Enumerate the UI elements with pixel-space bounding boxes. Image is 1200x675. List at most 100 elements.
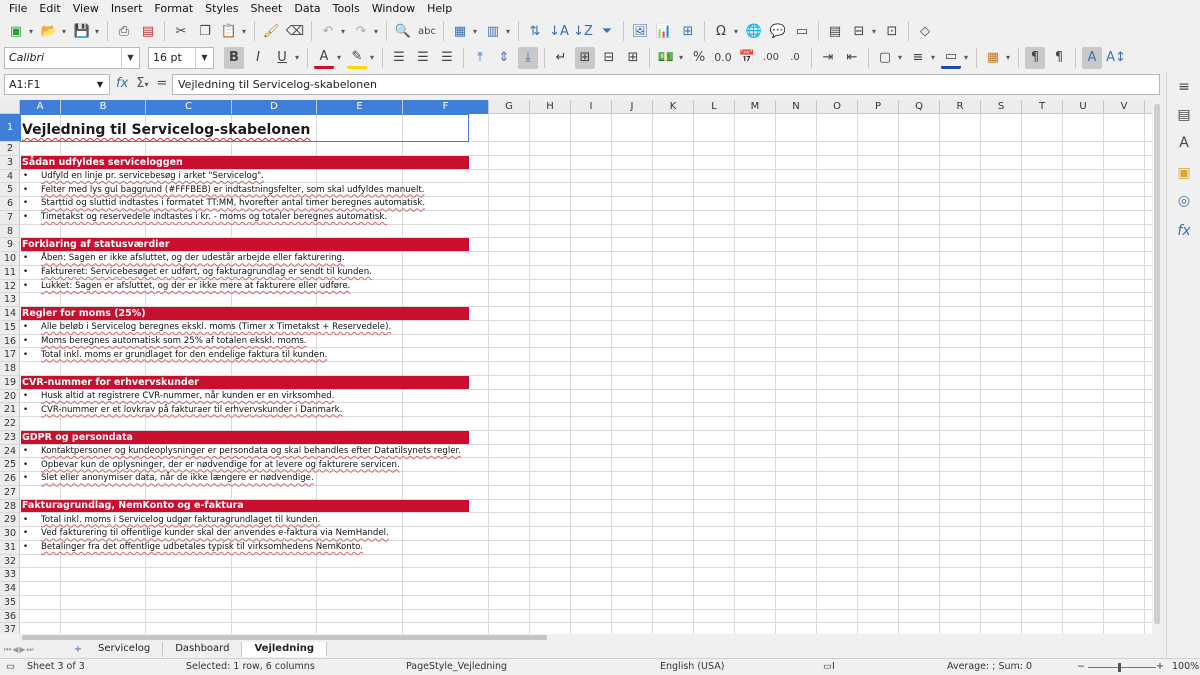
align-bottom-icon[interactable]: ⤓ <box>518 46 538 69</box>
last-sheet-icon[interactable]: ⏭ <box>27 645 34 655</box>
row-header-29[interactable]: 29 <box>0 513 20 527</box>
paste-dropdown-icon[interactable]: ▾ <box>240 27 248 36</box>
column-header-r[interactable]: R <box>940 100 981 114</box>
menu-view[interactable]: View <box>67 2 105 15</box>
section-heading[interactable]: Regler for moms (25%) <box>21 307 469 320</box>
zoom-in-icon[interactable]: + <box>1156 661 1164 672</box>
define-print-area-icon[interactable]: ▤ <box>825 20 845 42</box>
unmerge-cells-icon[interactable]: ⊞ <box>623 47 643 69</box>
name-box[interactable]: A1:F1 ▼ <box>4 74 110 95</box>
row-header-27[interactable]: 27 <box>0 486 20 500</box>
gallery-icon[interactable]: ▣ <box>1175 164 1193 182</box>
row-header-5[interactable]: 5 <box>0 183 20 197</box>
column-header-k[interactable]: K <box>653 100 694 114</box>
header-footer-icon[interactable]: ▭ <box>792 20 812 42</box>
prev-sheet-icon[interactable]: ◀ <box>12 645 18 654</box>
row-header-3[interactable]: 3 <box>0 156 20 170</box>
border-style-icon[interactable]: ≡ <box>908 47 928 69</box>
column-header-v[interactable]: V <box>1104 100 1145 114</box>
list-item[interactable]: • CVR-nummer er et lovkrav på fakturaer t… <box>21 403 469 416</box>
left-to-right-icon[interactable]: ¶ <box>1025 46 1045 69</box>
bold-icon[interactable]: B <box>224 46 244 69</box>
align-top-icon[interactable]: ⤒ <box>470 47 490 69</box>
undo-dropdown-icon[interactable]: ▾ <box>339 27 347 36</box>
row-header-26[interactable]: 26 <box>0 472 20 486</box>
column-header-m[interactable]: M <box>735 100 776 114</box>
cut-icon[interactable]: ✂ <box>171 20 191 42</box>
column-header-n[interactable]: N <box>776 100 817 114</box>
clone-formatting-icon[interactable]: 🖌 <box>261 20 281 42</box>
section-heading[interactable]: Forklaring af statusværdier <box>21 238 469 251</box>
text-orientation-icon[interactable]: A <box>1082 46 1102 69</box>
column-header-l[interactable]: L <box>694 100 735 114</box>
row-header-13[interactable]: 13 <box>0 293 20 307</box>
functions-icon[interactable]: fx <box>1175 222 1193 240</box>
date-format-icon[interactable]: 📅 <box>737 47 757 69</box>
row-header-10[interactable]: 10 <box>0 252 20 266</box>
row-header-37[interactable]: 37 <box>0 623 20 634</box>
number-format-icon[interactable]: 0.0 <box>713 47 733 69</box>
row-header-24[interactable]: 24 <box>0 445 20 459</box>
list-item[interactable]: • Husk altid at registrere CVR-nummer, nå… <box>21 390 469 403</box>
spelling-icon[interactable]: abc <box>417 20 437 42</box>
tab-dashboard[interactable]: Dashboard <box>163 642 243 657</box>
merge-cells-icon[interactable]: ⊟ <box>599 47 619 69</box>
chevron-down-icon[interactable]: ▼ <box>195 47 213 68</box>
copy-icon[interactable]: ❐ <box>195 20 215 42</box>
formula-input[interactable]: Vejledning til Servicelog-skabelonen ▼ <box>172 74 1175 95</box>
italic-icon[interactable]: I <box>248 47 268 69</box>
next-sheet-icon[interactable]: ▶ <box>19 645 25 654</box>
row-header-15[interactable]: 15 <box>0 321 20 335</box>
first-sheet-icon[interactable]: ⏮ <box>4 645 11 655</box>
row-header-11[interactable]: 11 <box>0 266 20 280</box>
row-header-6[interactable]: 6 <box>0 197 20 211</box>
column-dropdown-icon[interactable]: ▾ <box>504 27 512 36</box>
list-item[interactable]: • Moms beregnes automatisk som 25% af tot… <box>21 335 469 348</box>
row-header-25[interactable]: 25 <box>0 458 20 472</box>
menu-help[interactable]: Help <box>421 2 458 15</box>
chevron-down-icon[interactable]: ▼ <box>121 47 139 68</box>
open-icon[interactable]: 📂 <box>39 20 59 42</box>
navigator-icon[interactable]: ◎ <box>1175 192 1193 210</box>
open-dropdown-icon[interactable]: ▾ <box>60 27 68 36</box>
find-replace-icon[interactable]: 🔍 <box>393 20 413 42</box>
row-header-34[interactable]: 34 <box>0 582 20 596</box>
conditional-icon[interactable]: ▦ <box>983 47 1003 69</box>
redo-icon[interactable]: ↷ <box>351 20 371 42</box>
freeze-rows-columns-icon[interactable]: ⊟ <box>849 20 869 42</box>
underline-dropdown-icon[interactable]: ▾ <box>293 53 301 62</box>
row-header-33[interactable]: 33 <box>0 568 20 582</box>
row-header-32[interactable]: 32 <box>0 555 20 569</box>
center-vertically-icon[interactable]: ⇕ <box>494 47 514 69</box>
column-header-q[interactable]: Q <box>899 100 940 114</box>
border-color-icon[interactable]: ▭ <box>941 47 961 69</box>
align-center-icon[interactable]: ☰ <box>413 47 433 69</box>
menu-window[interactable]: Window <box>366 2 421 15</box>
function-wizard-icon[interactable]: fx <box>116 76 128 91</box>
properties-icon[interactable]: ▤ <box>1175 106 1193 124</box>
row-header-14[interactable]: 14 <box>0 307 20 321</box>
list-item[interactable]: • Total inkl. moms er grundlaget for den … <box>21 348 469 361</box>
row-header-18[interactable]: 18 <box>0 362 20 376</box>
column-header-d[interactable]: D <box>232 100 317 114</box>
row-header-2[interactable]: 2 <box>0 142 20 156</box>
list-item[interactable]: • Alle beløb i Servicelog beregnes ekskl.… <box>21 321 469 334</box>
pivot-table-icon[interactable]: ⊞ <box>678 20 698 42</box>
new-dropdown-icon[interactable]: ▾ <box>27 27 35 36</box>
column-header-u[interactable]: U <box>1063 100 1104 114</box>
border-style-dropdown-icon[interactable]: ▾ <box>929 53 937 62</box>
spreadsheet-grid[interactable]: ABCDEFGHIJKLMNOPQRSTUVW 1234567891011121… <box>0 100 1162 634</box>
menu-edit[interactable]: Edit <box>33 2 66 15</box>
comment-icon[interactable]: 💬 <box>768 20 788 42</box>
menu-data[interactable]: Data <box>288 2 326 15</box>
row-header-1[interactable]: 1 <box>0 114 20 142</box>
sort-ascending-icon[interactable]: ↓A <box>549 20 569 42</box>
vertical-text-icon[interactable]: A↕ <box>1106 47 1126 69</box>
row-header-28[interactable]: 28 <box>0 500 20 514</box>
row-header-8[interactable]: 8 <box>0 225 20 239</box>
font-color-icon[interactable]: A <box>314 47 334 69</box>
menu-format[interactable]: Format <box>148 2 199 15</box>
borders-icon[interactable]: ▢ <box>875 47 895 69</box>
column-icon[interactable]: ▥ <box>483 20 503 42</box>
sheet-title[interactable]: Vejledning til Servicelog-skabelonen <box>21 120 469 140</box>
